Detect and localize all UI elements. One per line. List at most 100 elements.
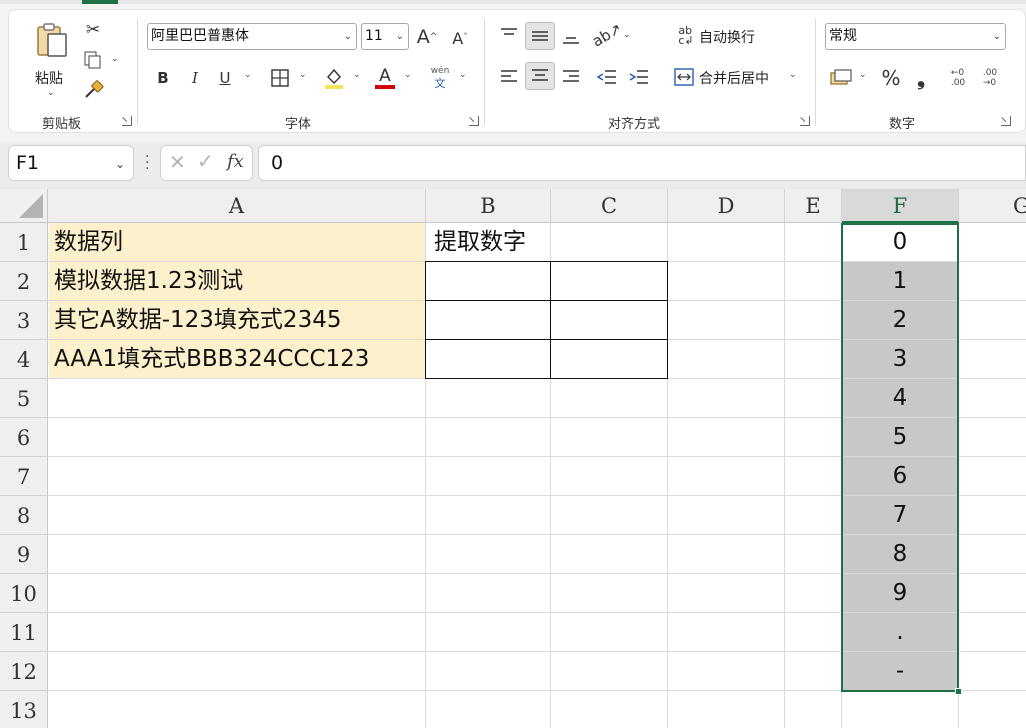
paste-button[interactable]: 粘贴 ⌄ (27, 18, 75, 100)
cell-b4[interactable] (425, 339, 552, 379)
alignment-dialog-launcher[interactable] (800, 116, 810, 126)
cell-f1[interactable]: 0 (842, 223, 958, 261)
row-header-7[interactable]: 7 (0, 457, 48, 496)
chevron-down-icon[interactable]: ⌄ (404, 70, 412, 80)
cell-f3[interactable]: 2 (842, 301, 958, 339)
align-right-icon[interactable] (559, 64, 583, 90)
chevron-down-icon[interactable]: ⌄ (299, 70, 307, 80)
name-box[interactable]: F1 ⌄ (8, 145, 134, 181)
cell-c3[interactable] (550, 300, 668, 340)
italic-button[interactable]: I (185, 66, 205, 90)
column-header-a[interactable]: A (48, 189, 426, 223)
row-header-10[interactable]: 10 (0, 574, 48, 613)
formula-bar-grip-icon[interactable]: · · · (145, 150, 149, 176)
cell-b1[interactable]: 提取数字 (426, 223, 550, 262)
formula-input[interactable]: 0 (258, 145, 1026, 181)
cell-b2[interactable] (425, 261, 552, 301)
cell-f9[interactable]: 8 (842, 535, 958, 573)
align-middle-icon[interactable] (525, 22, 555, 50)
clipboard-dialog-launcher[interactable] (122, 116, 132, 126)
cell-f7[interactable]: 6 (842, 457, 958, 495)
wrap-text-icon[interactable]: ab c↲ (675, 24, 697, 48)
row-header-9[interactable]: 9 (0, 535, 48, 574)
cell-b3[interactable] (425, 300, 552, 340)
cell-f10[interactable]: 9 (842, 574, 958, 612)
cell-c2[interactable] (550, 261, 668, 301)
number-format-value: 常规 (829, 28, 857, 44)
cell-a4[interactable]: AAA1填充式BBB324CCC123 (49, 340, 425, 378)
percent-style-button[interactable]: % (879, 65, 903, 91)
row-header-1[interactable]: 1 (0, 223, 48, 262)
column-header-g[interactable]: G (959, 189, 1026, 223)
increase-decimal-icon[interactable]: ←0.00 (945, 65, 971, 91)
cut-icon[interactable]: ✂ (81, 18, 105, 42)
cell-a2[interactable]: 模拟数据1.23测试 (49, 262, 425, 300)
column-header-d[interactable]: D (668, 189, 785, 223)
row-header-13[interactable]: 13 (0, 691, 48, 728)
orientation-icon[interactable]: ab↗ (589, 18, 625, 53)
column-header-f[interactable]: F (842, 189, 959, 223)
column-header-e[interactable]: E (785, 189, 842, 223)
cell-a3[interactable]: 其它A数据-123填充式2345 (49, 301, 425, 339)
chevron-down-icon[interactable]: ⌄ (789, 70, 797, 80)
row-header-3[interactable]: 3 (0, 301, 48, 340)
fill-color-icon[interactable] (322, 64, 346, 92)
row-header-2[interactable]: 2 (0, 262, 48, 301)
increase-indent-icon[interactable] (627, 64, 651, 90)
comma-style-button[interactable]: ❟ (911, 65, 931, 91)
cell-f5[interactable]: 4 (842, 379, 958, 417)
cell-f6[interactable]: 5 (842, 418, 958, 456)
align-top-icon[interactable] (497, 22, 521, 48)
number-dialog-launcher[interactable] (1001, 116, 1011, 126)
cell-f4[interactable]: 3 (842, 340, 958, 378)
chevron-down-icon[interactable]: ⌄ (244, 70, 252, 80)
row-header-12[interactable]: 12 (0, 652, 48, 691)
row-header-11[interactable]: 11 (0, 613, 48, 652)
insert-function-icon[interactable]: fx (227, 151, 244, 172)
cell-f11[interactable]: . (842, 613, 958, 651)
borders-icon[interactable] (269, 66, 291, 90)
underline-button[interactable]: U (215, 66, 235, 90)
chevron-down-icon[interactable]: ⌄ (353, 70, 361, 80)
chevron-down-icon[interactable]: ⌄ (459, 70, 467, 80)
font-dialog-launcher[interactable] (469, 116, 479, 126)
column-header-c[interactable]: C (551, 189, 668, 223)
chevron-down-icon[interactable]: ⌄ (115, 147, 125, 181)
decrease-font-size-icon[interactable]: Aˇ (449, 26, 471, 50)
decrease-decimal-icon[interactable]: .00 →0 (977, 65, 1003, 91)
cell-f12[interactable]: - (842, 652, 958, 690)
cell-c4[interactable] (550, 339, 668, 379)
format-painter-icon[interactable] (81, 78, 105, 102)
row-header-6[interactable]: 6 (0, 418, 48, 457)
font-name-select[interactable]: 阿里巴巴普惠体 ⌄ (147, 23, 357, 50)
chevron-down-icon[interactable]: ⌄ (623, 30, 631, 40)
cell-f2[interactable]: 1 (842, 262, 958, 300)
row-header-8[interactable]: 8 (0, 496, 48, 535)
increase-font-size-icon[interactable]: A ^ (415, 24, 439, 50)
chevron-down-icon[interactable]: ⌄ (111, 54, 119, 64)
copy-icon[interactable] (81, 48, 105, 72)
fill-handle[interactable] (955, 688, 962, 695)
enter-icon[interactable]: ✓ (197, 149, 214, 173)
font-color-icon[interactable]: A (373, 64, 397, 92)
row-header-5[interactable]: 5 (0, 379, 48, 418)
cell-f8[interactable]: 7 (842, 496, 958, 534)
align-center-icon[interactable] (525, 62, 555, 90)
number-format-select[interactable]: 常规 ⌄ (825, 23, 1006, 50)
bold-button[interactable]: B (153, 66, 173, 90)
decrease-indent-icon[interactable] (595, 64, 619, 90)
chevron-down-icon[interactable]: ⌄ (859, 70, 867, 80)
font-size-select[interactable]: 11 ⌄ (361, 23, 409, 50)
column-header-b[interactable]: B (426, 189, 551, 223)
phonetic-guide-icon[interactable]: wén 文 (427, 64, 453, 92)
wrap-text-button[interactable]: 自动换行 (699, 27, 755, 47)
row-header-4[interactable]: 4 (0, 340, 48, 379)
select-all-button[interactable] (0, 189, 48, 223)
cancel-icon[interactable]: ✕ (169, 150, 186, 174)
merge-center-button[interactable]: 合并后居中 (699, 68, 769, 88)
accounting-format-icon[interactable] (829, 66, 853, 90)
cell-a1[interactable]: 数据列 (49, 223, 425, 261)
merge-center-icon[interactable] (673, 65, 695, 89)
align-bottom-icon[interactable] (559, 24, 583, 50)
align-left-icon[interactable] (497, 64, 521, 90)
